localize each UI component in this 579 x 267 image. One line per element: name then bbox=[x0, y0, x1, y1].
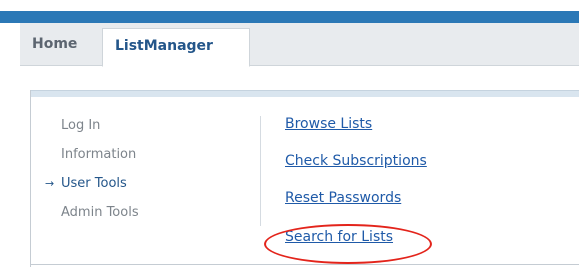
search-for-lists-link[interactable]: Search for Lists bbox=[285, 229, 393, 245]
nav-item-log-in[interactable]: Log In bbox=[61, 118, 100, 133]
page: Home ListManager Log In Information → Us… bbox=[0, 0, 579, 267]
check-subscriptions-link[interactable]: Check Subscriptions bbox=[285, 153, 427, 169]
panel-bottom-border bbox=[31, 264, 579, 265]
nav-item-admin-tools[interactable]: Admin Tools bbox=[61, 205, 139, 220]
tab-home[interactable]: Home bbox=[32, 23, 77, 66]
tab-listmanager[interactable]: ListManager bbox=[102, 28, 250, 67]
column-divider bbox=[260, 116, 261, 226]
active-arrow-icon: → bbox=[45, 177, 55, 190]
nav-item-user-tools[interactable]: User Tools bbox=[61, 176, 127, 191]
header-bar bbox=[0, 11, 579, 23]
browse-lists-link[interactable]: Browse Lists bbox=[285, 116, 372, 132]
panel-top-band bbox=[31, 90, 579, 97]
reset-passwords-link[interactable]: Reset Passwords bbox=[285, 190, 401, 206]
tab-strip: Home ListManager bbox=[20, 23, 579, 67]
content-panel: Log In Information → User Tools Admin To… bbox=[30, 90, 579, 267]
nav-item-information[interactable]: Information bbox=[61, 147, 136, 162]
